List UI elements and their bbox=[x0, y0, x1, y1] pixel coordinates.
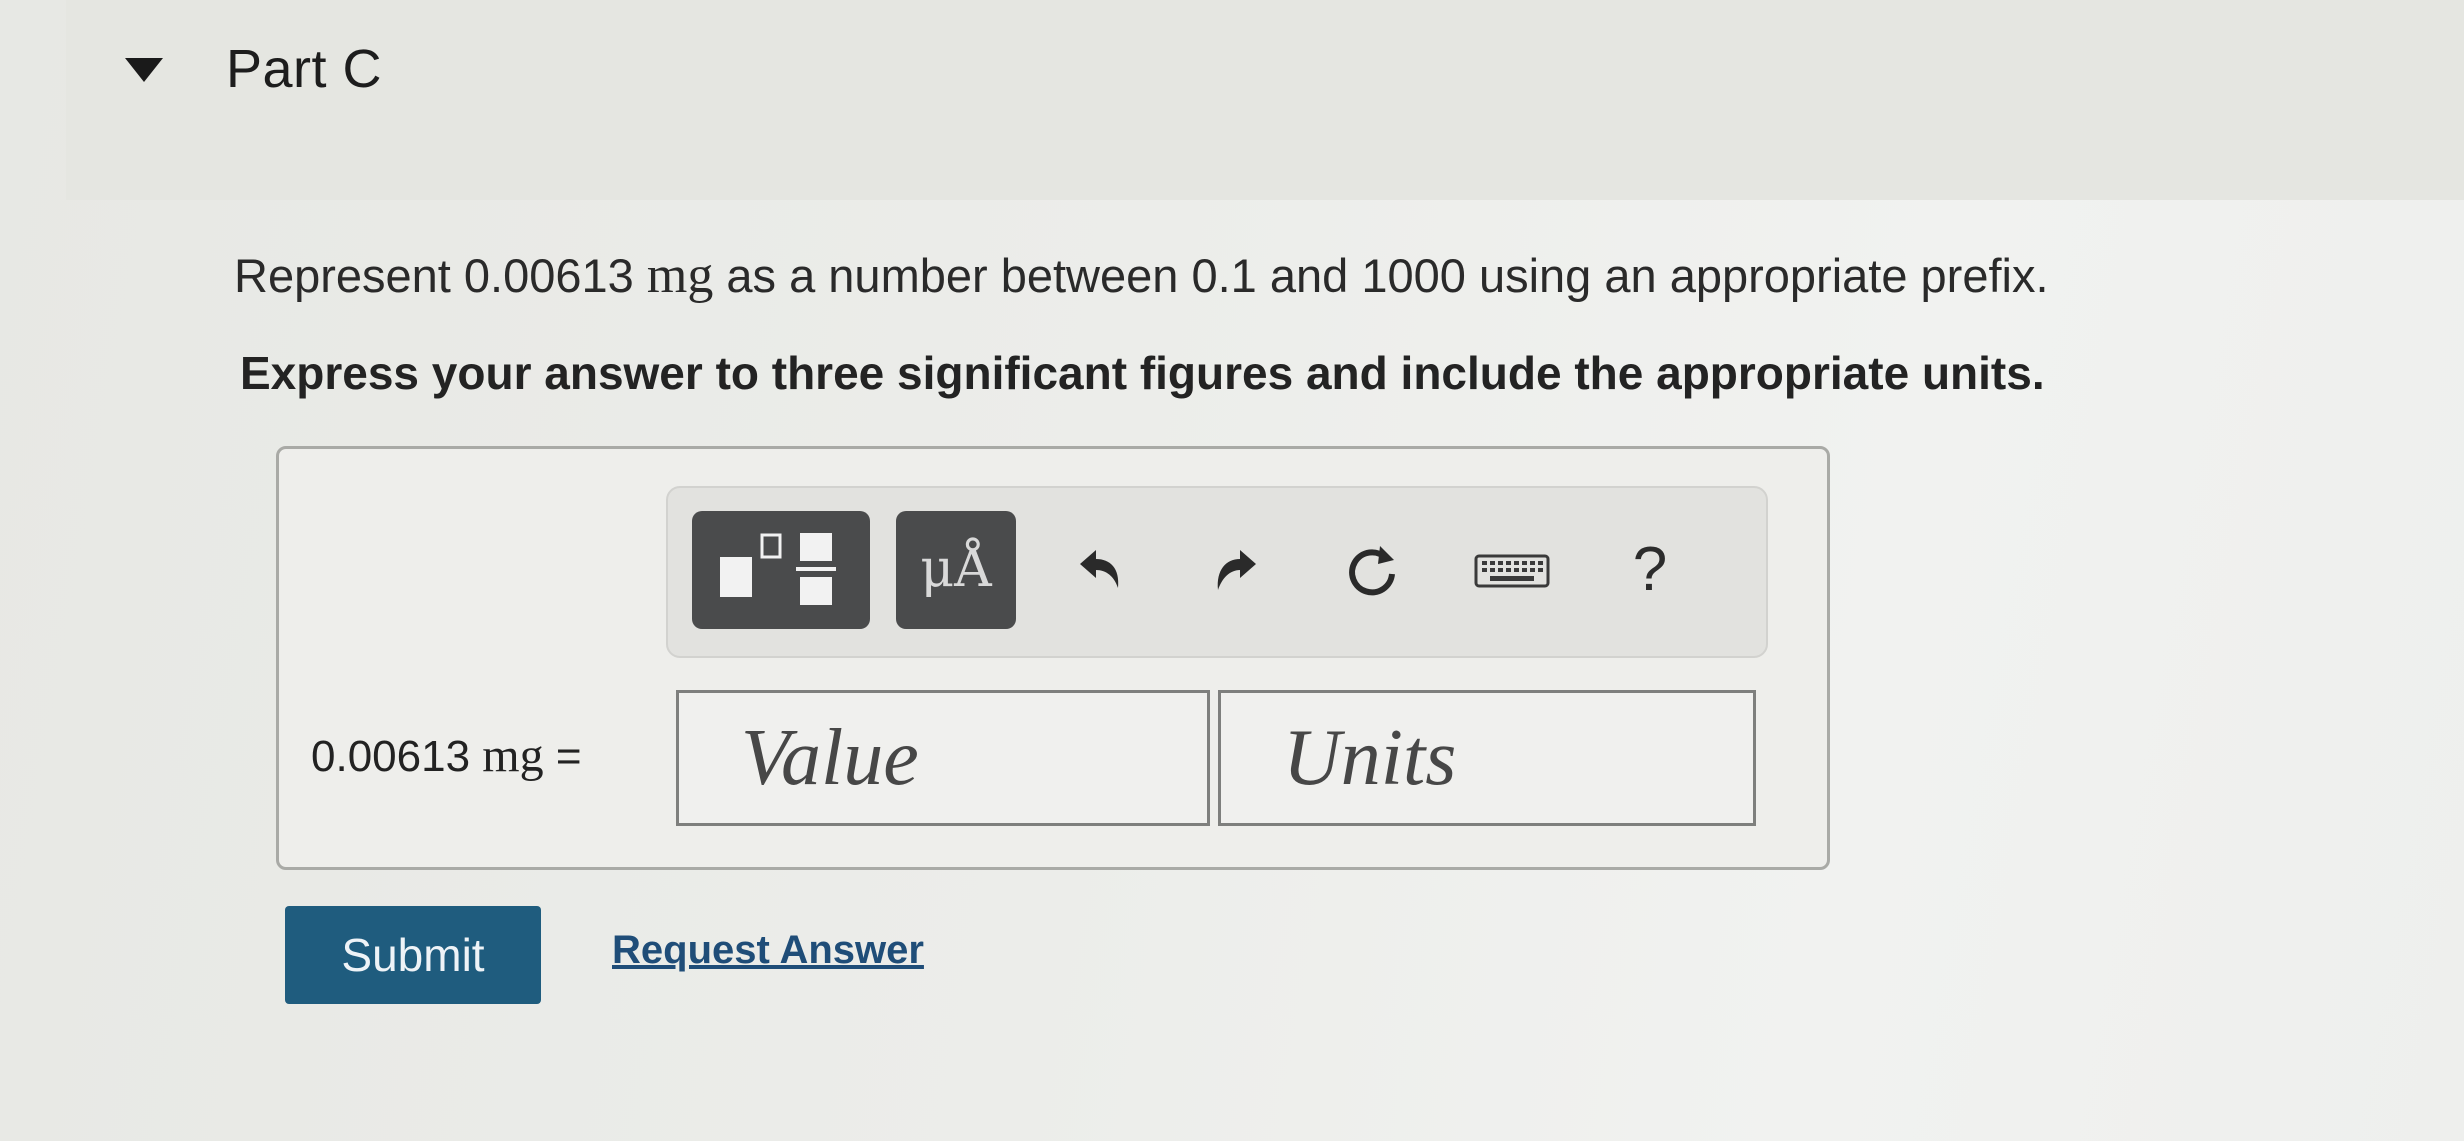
units-button[interactable]: μÅ bbox=[896, 511, 1016, 629]
value-field-wrapper bbox=[676, 690, 1210, 826]
part-header bbox=[66, 0, 2464, 200]
units-input[interactable] bbox=[1221, 693, 1753, 823]
undo-icon[interactable] bbox=[1058, 530, 1138, 610]
units-button-label: μÅ bbox=[920, 539, 992, 599]
page: Part C Represent 0.00613 mg as a number … bbox=[0, 0, 2464, 1141]
part-title: Part C bbox=[226, 39, 383, 99]
redo-icon[interactable] bbox=[1198, 530, 1278, 610]
question-unit: mg bbox=[646, 247, 714, 304]
templates-button[interactable] bbox=[692, 511, 870, 629]
submit-button[interactable]: Submit bbox=[285, 906, 541, 1004]
request-answer-link[interactable]: Request Answer bbox=[612, 928, 924, 973]
equation-sign: = bbox=[555, 732, 582, 781]
templates-icon bbox=[720, 533, 836, 605]
keyboard-icon[interactable] bbox=[1472, 530, 1552, 610]
equation-unit: mg bbox=[482, 729, 544, 782]
instruction-text: Express your answer to three significant… bbox=[240, 347, 2045, 399]
equation-label: 0.00613 mg = bbox=[311, 728, 582, 783]
question-text: Represent 0.00613 mg as a number between… bbox=[234, 246, 2049, 305]
question-prefix: Represent 0.00613 bbox=[234, 249, 634, 302]
value-input[interactable] bbox=[679, 693, 1207, 823]
equation-number: 0.00613 bbox=[311, 732, 471, 781]
reset-icon[interactable] bbox=[1332, 530, 1412, 610]
collapse-caret-icon[interactable] bbox=[125, 58, 163, 82]
help-icon[interactable]: ? bbox=[1610, 530, 1690, 610]
units-field-wrapper bbox=[1218, 690, 1756, 826]
question-suffix: as a number between 0.1 and 1000 using a… bbox=[726, 249, 2049, 302]
